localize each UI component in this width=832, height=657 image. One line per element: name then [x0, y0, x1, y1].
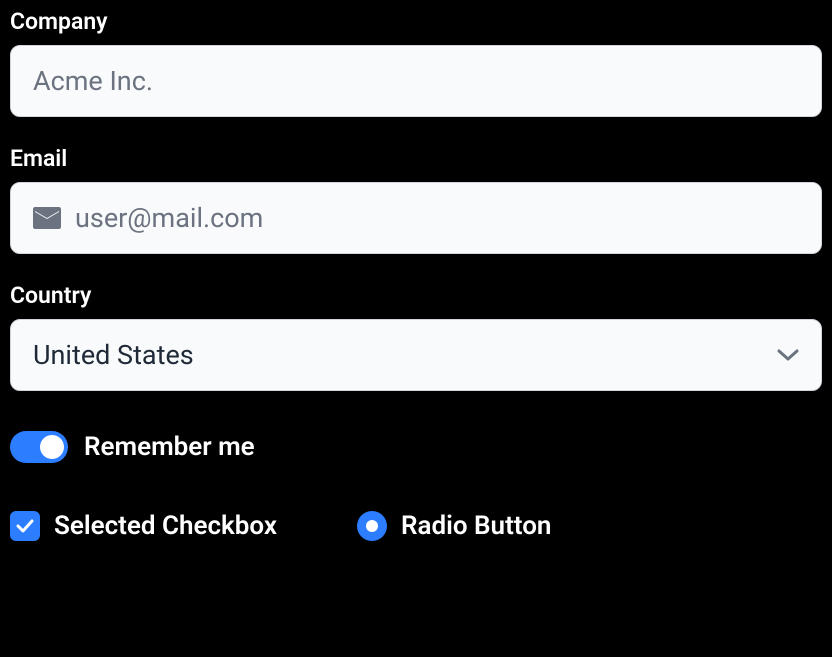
- country-label: Country: [10, 282, 822, 309]
- email-field-group: Email: [10, 145, 822, 254]
- country-selected-value: United States: [33, 339, 194, 371]
- email-input[interactable]: [75, 202, 799, 234]
- company-field-group: Company: [10, 8, 822, 117]
- company-label: Company: [10, 8, 822, 35]
- remember-me-toggle[interactable]: [10, 431, 68, 463]
- country-select[interactable]: United States: [10, 319, 822, 391]
- checkbox-label: Selected Checkbox: [54, 511, 277, 541]
- email-input-wrap: [10, 182, 822, 254]
- remember-me-label: Remember me: [84, 432, 255, 462]
- company-input-wrap: [10, 45, 822, 117]
- toggle-knob: [40, 435, 64, 459]
- radio-option: Radio Button: [357, 511, 551, 541]
- chevron-down-icon: [777, 348, 799, 362]
- mail-icon: [33, 207, 61, 229]
- radio-button[interactable]: [357, 511, 387, 541]
- radio-label: Radio Button: [401, 511, 551, 541]
- selected-checkbox[interactable]: [10, 511, 40, 541]
- email-label: Email: [10, 145, 822, 172]
- checkbox-option: Selected Checkbox: [10, 511, 277, 541]
- remember-me-row: Remember me: [10, 431, 822, 463]
- radio-dot: [366, 520, 378, 532]
- options-row: Selected Checkbox Radio Button: [10, 511, 822, 541]
- country-field-group: Country United States: [10, 282, 822, 391]
- company-input[interactable]: [33, 65, 799, 97]
